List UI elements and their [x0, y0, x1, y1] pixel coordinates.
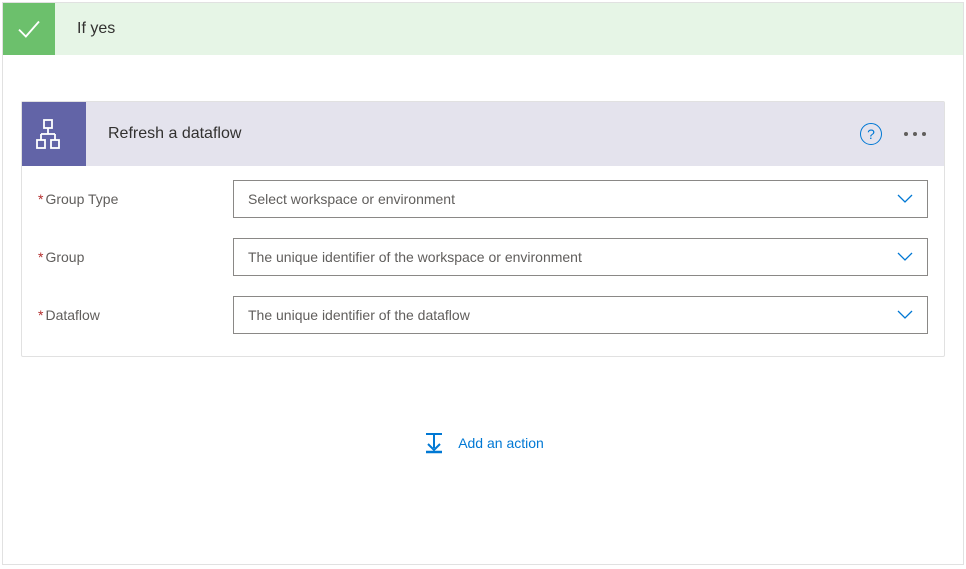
- group-type-label-text: Group Type: [45, 191, 118, 207]
- dataflow-icon: [22, 102, 86, 166]
- dataflow-label-text: Dataflow: [45, 307, 99, 323]
- content-area: Refresh a dataflow ? * Group Type: [3, 55, 963, 473]
- add-action-button[interactable]: Add an action: [422, 431, 544, 455]
- chevron-down-icon: [897, 249, 913, 265]
- group-label: * Group: [38, 249, 233, 265]
- action-title: Refresh a dataflow: [86, 125, 860, 143]
- group-label-text: Group: [45, 249, 84, 265]
- required-star: *: [38, 249, 43, 265]
- group-type-placeholder: Select workspace or environment: [248, 191, 455, 207]
- form-row-dataflow: * Dataflow The unique identifier of the …: [38, 296, 928, 334]
- form-body: * Group Type Select workspace or environ…: [22, 166, 944, 356]
- chevron-down-icon: [897, 307, 913, 323]
- group-select[interactable]: The unique identifier of the workspace o…: [233, 238, 928, 276]
- dataflow-label: * Dataflow: [38, 307, 233, 323]
- form-row-group: * Group The unique identifier of the wor…: [38, 238, 928, 276]
- condition-title: If yes: [55, 20, 115, 38]
- condition-branch-container: If yes Refresh a dataflow: [2, 2, 964, 565]
- action-header-icons: ?: [860, 123, 926, 145]
- dataflow-select[interactable]: The unique identifier of the dataflow: [233, 296, 928, 334]
- required-star: *: [38, 191, 43, 207]
- add-action-icon: [422, 431, 446, 455]
- condition-header[interactable]: If yes: [3, 3, 963, 55]
- group-type-label: * Group Type: [38, 191, 233, 207]
- form-row-group-type: * Group Type Select workspace or environ…: [38, 180, 928, 218]
- chevron-down-icon: [897, 191, 913, 207]
- more-icon[interactable]: [904, 132, 926, 136]
- checkmark-icon: [3, 3, 55, 55]
- group-placeholder: The unique identifier of the workspace o…: [248, 249, 582, 265]
- required-star: *: [38, 307, 43, 323]
- action-card: Refresh a dataflow ? * Group Type: [21, 101, 945, 357]
- help-icon[interactable]: ?: [860, 123, 882, 145]
- add-action-row: Add an action: [21, 431, 945, 455]
- group-type-select[interactable]: Select workspace or environment: [233, 180, 928, 218]
- add-action-label: Add an action: [458, 435, 544, 451]
- action-header[interactable]: Refresh a dataflow ?: [22, 102, 944, 166]
- dataflow-placeholder: The unique identifier of the dataflow: [248, 307, 470, 323]
